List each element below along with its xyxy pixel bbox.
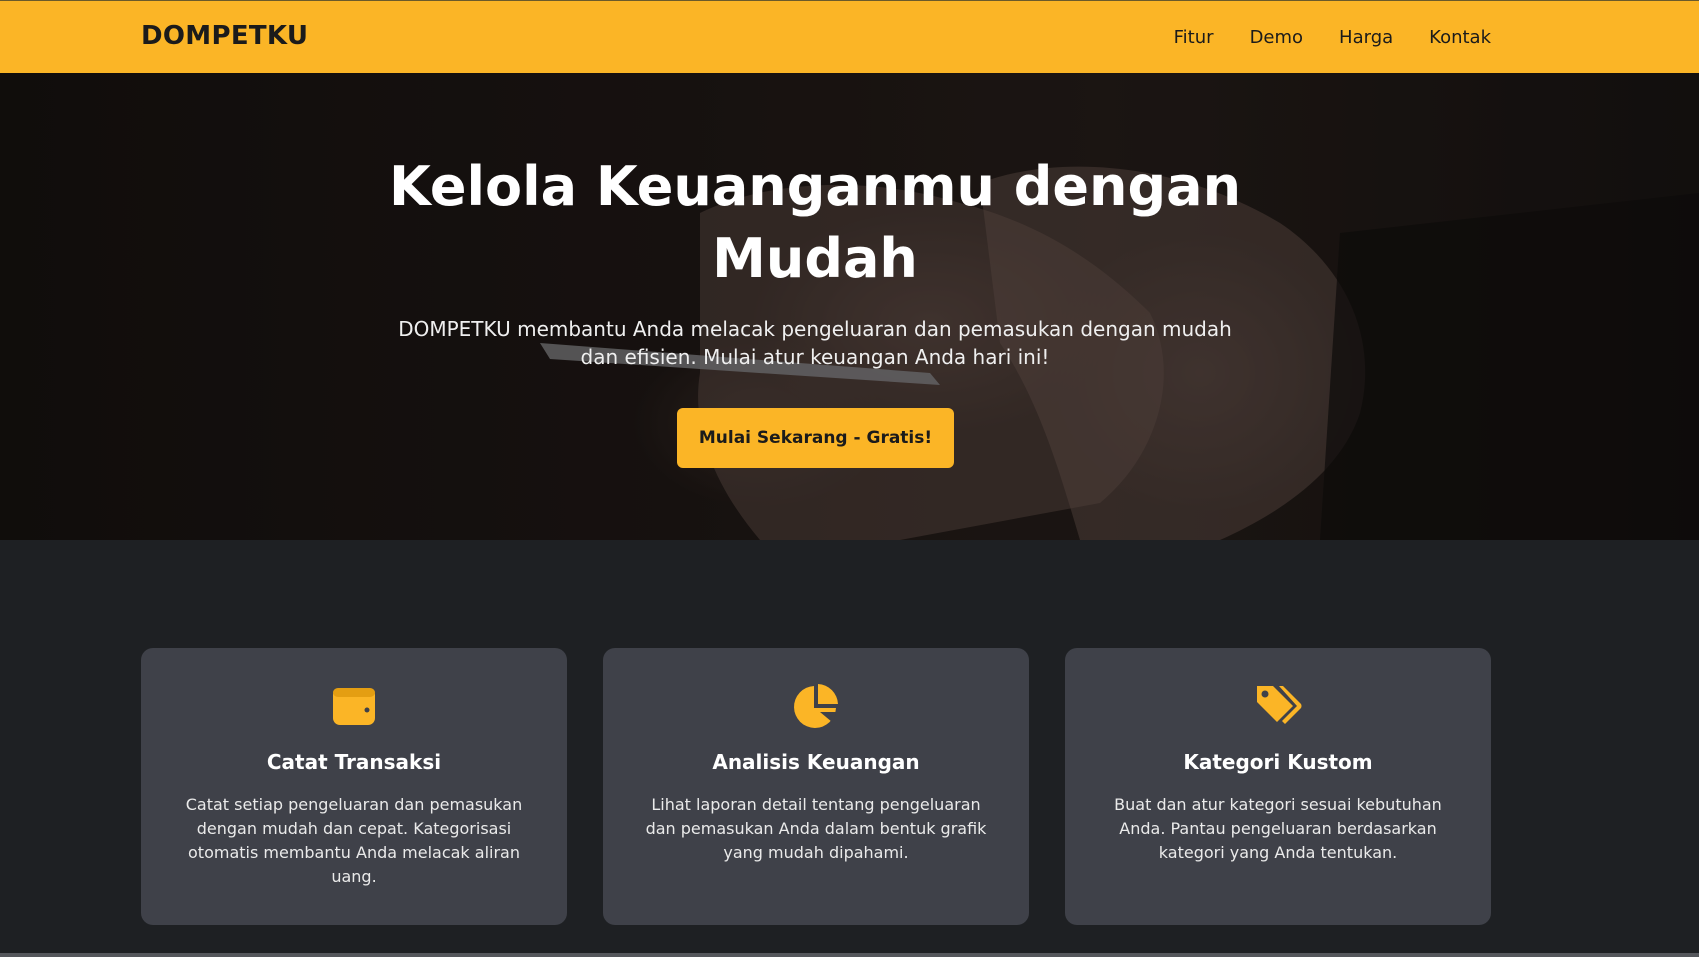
tags-icon — [1065, 682, 1491, 730]
hero-section: Kelola Keuanganmu dengan Mudah DOMPETKU … — [0, 73, 1699, 540]
cta-start-free-button[interactable]: Mulai Sekarang - Gratis! — [677, 408, 954, 468]
nav-links: Fitur Demo Harga Kontak — [1174, 27, 1491, 48]
features-section: Catat Transaksi Catat setiap pengeluaran… — [0, 540, 1699, 954]
feature-description: Buat dan atur kategori sesuai kebutuhan … — [1114, 795, 1442, 862]
brand-logo[interactable]: DOMPETKU — [141, 21, 308, 51]
feature-description: Catat setiap pengeluaran dan pemasukan d… — [185, 795, 523, 886]
feature-card-analysis: Analisis Keuangan Lihat laporan detail t… — [603, 648, 1029, 925]
feature-title: Catat Transaksi — [266, 750, 442, 774]
hero-title-line2: Mudah — [712, 227, 918, 290]
wallet-icon — [141, 682, 567, 730]
nav-link-fitur[interactable]: Fitur — [1174, 27, 1214, 48]
feature-title: Kategori Kustom — [1183, 750, 1373, 774]
feature-card-categories: Kategori Kustom Buat dan atur kategori s… — [1065, 648, 1491, 925]
feature-card-transactions: Catat Transaksi Catat setiap pengeluaran… — [141, 648, 567, 925]
feature-description: Lihat laporan detail tentang pengeluaran… — [645, 795, 987, 862]
pie-chart-icon — [603, 682, 1029, 730]
page-bottom-divider — [0, 953, 1699, 957]
nav-link-kontak[interactable]: Kontak — [1429, 27, 1491, 48]
top-navbar: DOMPETKU Fitur Demo Harga Kontak — [0, 0, 1699, 73]
hero-subtitle: DOMPETKU membantu Anda melacak pengeluar… — [398, 317, 1232, 369]
nav-link-demo[interactable]: Demo — [1250, 27, 1303, 48]
feature-title: Analisis Keuangan — [712, 750, 920, 774]
nav-link-harga[interactable]: Harga — [1339, 27, 1393, 48]
hero-title: Kelola Keuanganmu dengan Mudah — [0, 151, 1630, 295]
hero-title-line1: Kelola Keuanganmu dengan — [388, 155, 1242, 218]
hero-overlay — [0, 73, 1699, 540]
